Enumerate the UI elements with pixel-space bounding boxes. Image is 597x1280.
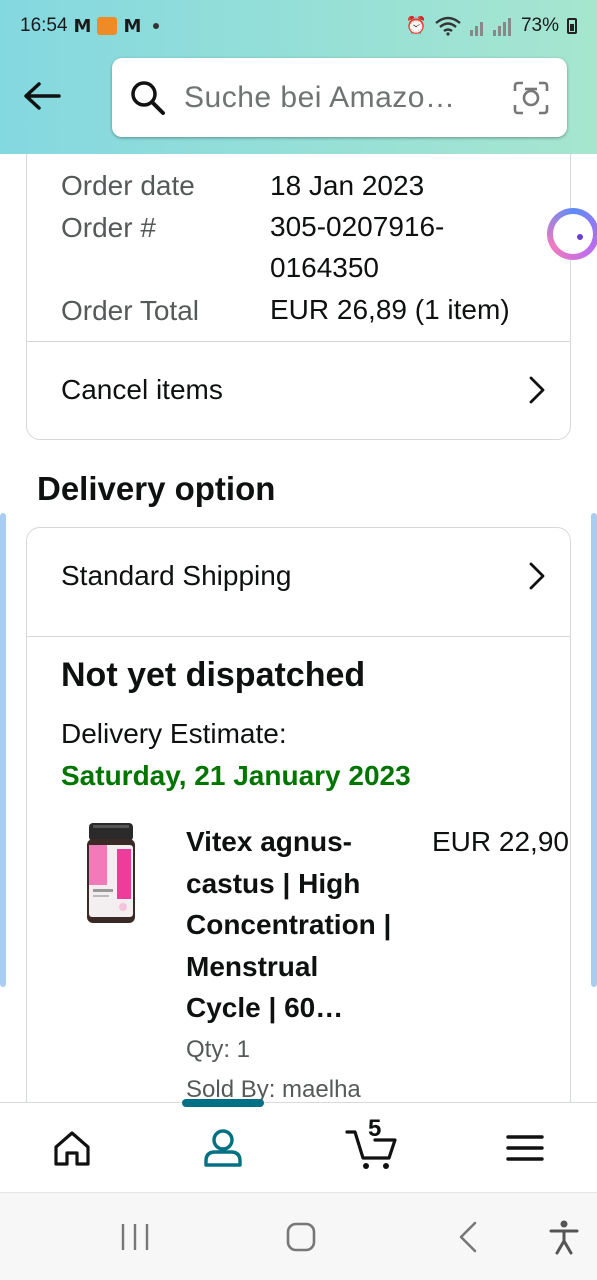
product-title-line: Menstrual <box>186 950 319 982</box>
home-system-button[interactable] <box>261 1193 341 1280</box>
search-bar[interactable] <box>112 58 567 137</box>
hamburger-menu-icon <box>506 1135 544 1161</box>
app-notification-icon <box>97 17 118 35</box>
product-price: EUR 22,90 <box>432 826 569 857</box>
cart-count-badge: 5 <box>368 1115 382 1142</box>
recent-apps-button[interactable] <box>95 1193 175 1280</box>
product-title-line: Cycle | 60… <box>186 992 344 1023</box>
camera-search-icon[interactable] <box>513 81 549 115</box>
status-left: 16:54 M M <box>20 15 160 37</box>
delivery-estimate-label: Delivery Estimate: <box>61 718 287 749</box>
gmail-icon-2: M <box>123 15 142 37</box>
product-title-line: Concentration | <box>186 909 392 940</box>
battery-percent: 73% <box>520 15 559 36</box>
nav-account[interactable] <box>173 1103 273 1193</box>
assistant-icon <box>553 214 593 254</box>
order-details-content: Order date 18 Jan 2023 Order # 305-02079… <box>0 154 597 1102</box>
home-square-icon <box>286 1222 316 1252</box>
chevron-right-icon <box>529 562 545 590</box>
home-icon <box>54 1131 90 1166</box>
back-button[interactable] <box>20 74 64 118</box>
chevron-right-icon <box>529 376 545 404</box>
chevron-left-icon <box>459 1221 477 1253</box>
status-bar: 16:54 M M ⏰ 73% <box>0 0 597 52</box>
product-title-line: Vitex agnus- <box>186 826 352 857</box>
battery-icon <box>567 18 577 34</box>
search-icon <box>131 80 165 115</box>
divider <box>27 636 570 637</box>
account-icon <box>204 1129 242 1167</box>
left-edge-indicator <box>0 513 6 987</box>
back-arrow-icon <box>24 82 61 110</box>
accessibility-button[interactable] <box>524 1193 597 1280</box>
order-summary-card: Order date 18 Jan 2023 Order # 305-02079… <box>26 154 571 440</box>
system-back-button[interactable] <box>428 1193 508 1280</box>
more-notifications-dot-icon <box>153 23 160 29</box>
standard-shipping-label: Standard Shipping <box>61 560 292 591</box>
recent-apps-icon <box>121 1224 149 1250</box>
delivery-option-title: Delivery option <box>37 470 276 507</box>
wifi-icon <box>435 16 461 36</box>
product-title-link[interactable]: Vitex agnus- castus | High Concentration… <box>186 821 426 1029</box>
order-number-value-line1: 305-0207916- <box>270 211 445 242</box>
floating-assistant-button[interactable] <box>547 208 597 260</box>
right-edge-indicator <box>591 513 597 987</box>
status-right: ⏰ 73% <box>406 15 577 37</box>
product-quantity: Qty: 1 <box>186 1036 251 1063</box>
cancel-items-label: Cancel items <box>61 374 223 405</box>
product-image[interactable] <box>83 823 139 927</box>
order-total-label: Order Total <box>61 295 199 326</box>
gmail-icon: M <box>73 15 92 37</box>
status-time: 16:54 <box>20 15 68 36</box>
order-number-value-line2: 0164350 <box>270 252 380 283</box>
standard-shipping-row[interactable]: Standard Shipping <box>27 528 570 624</box>
order-number-label: Order # <box>61 212 156 243</box>
order-total-value: EUR 26,89 (1 item) <box>270 294 510 325</box>
dispatch-status-title: Not yet dispatched <box>61 656 366 694</box>
cancel-items-row[interactable]: Cancel items <box>27 342 570 438</box>
order-date-value: 18 Jan 2023 <box>270 170 425 201</box>
delivery-card: Standard Shipping Not yet dispatched Del… <box>26 527 571 1102</box>
bottom-navigation: 5 <box>0 1099 597 1193</box>
delivery-estimate-date: Saturday, 21 January 2023 <box>61 760 411 791</box>
search-input[interactable] <box>184 80 513 115</box>
nav-home[interactable] <box>22 1103 122 1193</box>
order-date-label: Order date <box>61 170 195 201</box>
nav-menu[interactable] <box>475 1103 575 1193</box>
accessibility-icon <box>549 1220 579 1255</box>
nav-cart[interactable]: 5 <box>322 1103 422 1193</box>
alarm-icon: ⏰ <box>405 16 427 35</box>
system-navigation-bar <box>0 1192 597 1280</box>
product-title-line: castus | High <box>186 867 361 899</box>
signal-icon <box>469 18 511 36</box>
